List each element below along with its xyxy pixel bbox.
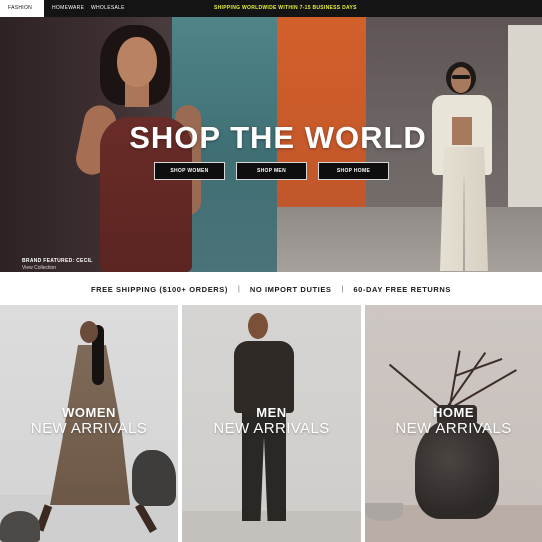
tab-wholesale[interactable]: WHOLESALE	[91, 0, 125, 17]
benefit-no-import-duties: NO IMPORT DUTIES	[249, 284, 332, 294]
benefit-separator: |	[341, 285, 344, 293]
rock-decoration	[132, 450, 176, 506]
model-head	[248, 313, 268, 339]
shop-women-button[interactable]: SHOP WOMEN	[154, 162, 225, 180]
benefit-separator: |	[238, 285, 240, 293]
hero-title: SHOP THE WORLD	[129, 120, 427, 155]
shop-home-button[interactable]: SHOP HOME	[318, 162, 389, 180]
tile-category-men: MEN	[256, 405, 287, 420]
rock-decoration	[0, 511, 40, 542]
home-new-arrivals-tile[interactable]: HOME NEW ARRIVALS	[365, 305, 542, 542]
women-new-arrivals-tile[interactable]: WOMEN NEW ARRIVALS	[0, 305, 178, 542]
view-collection-link[interactable]: View Collection	[22, 265, 56, 271]
top-nav-bar: FASHION HOMEWARE WHOLESALE SHIPPING WORL…	[0, 0, 542, 17]
brand-featured-label: BRAND FEATURED: CECIL	[22, 258, 93, 264]
benefits-strip: FREE SHIPPING ($100+ ORDERS) | NO IMPORT…	[0, 278, 542, 300]
benefit-free-shipping: FREE SHIPPING ($100+ ORDERS)	[90, 284, 229, 294]
model-head	[80, 321, 98, 343]
hero-floor	[277, 207, 542, 272]
men-new-arrivals-tile[interactable]: MEN NEW ARRIVALS	[182, 305, 361, 542]
tile-subtitle-men: NEW ARRIVALS	[213, 420, 330, 437]
model-jacket	[234, 341, 294, 413]
tile-category-women: WOMEN	[62, 405, 116, 420]
tile-subtitle-women: NEW ARRIVALS	[30, 420, 148, 437]
hero-backdrop-panel	[508, 25, 542, 210]
shipping-announcement: SHIPPING WORLDWIDE WITHIN 7-15 BUSINESS …	[214, 5, 357, 11]
bowl-decoration	[365, 503, 403, 521]
tile-subtitle-home: NEW ARRIVALS	[395, 420, 512, 437]
shop-men-button[interactable]: SHOP MEN	[236, 162, 307, 180]
branch-decoration	[388, 364, 444, 411]
hero-banner[interactable]: SHOP THE WORLD SHOP WOMEN SHOP MEN SHOP …	[0, 17, 542, 272]
tab-fashion[interactable]: FASHION	[0, 0, 44, 17]
benefit-free-returns: 60-DAY FREE RETURNS	[353, 284, 452, 294]
tile-category-home: HOME	[433, 405, 474, 420]
tab-homeware[interactable]: HOMEWARE	[52, 0, 84, 17]
